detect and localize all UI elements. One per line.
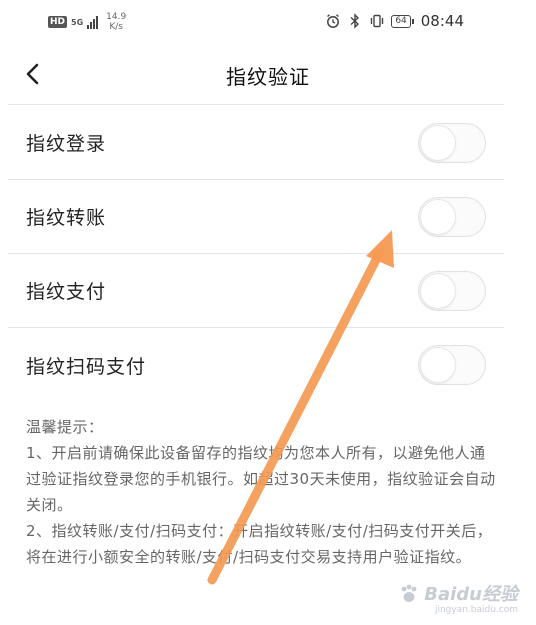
toggle-knob	[420, 198, 456, 235]
tips-line-2: 2、指纹转账/支付/扫码支付：开启指纹转账/支付/扫码支付开关后，将在进行小额安…	[26, 522, 493, 566]
toggle-knob	[420, 124, 456, 161]
status-bar: HD 5G 14.9 K/s 64 08:44	[0, 0, 536, 46]
speed-unit: K/s	[109, 22, 123, 32]
page-title: 指纹验证	[226, 65, 310, 89]
setting-label: 指纹支付	[26, 281, 107, 303]
toggle-knob	[420, 347, 456, 383]
hd-badge: HD	[48, 16, 68, 28]
toggle-knob	[420, 272, 456, 309]
watermark-text: Baidu经验	[424, 584, 518, 605]
fingerprint-scan-payment-toggle[interactable]	[418, 345, 486, 385]
setting-label: 指纹登录	[26, 133, 107, 155]
paw-logo-icon	[401, 584, 417, 602]
fingerprint-login-toggle[interactable]	[418, 122, 486, 163]
alarm-icon	[325, 13, 341, 29]
speed-value: 14.9	[106, 12, 127, 22]
settings-list: 指纹登录 指纹转账 指纹支付 指纹扫码支付	[8, 106, 504, 402]
header: 指纹验证	[0, 48, 536, 102]
tips-line-1: 1、开启前请确保此设备留存的指纹均为您本人所有，以避免他人通过验证指纹登录您的手…	[26, 444, 496, 514]
fingerprint-transfer-toggle[interactable]	[418, 196, 486, 237]
vibrate-icon	[369, 13, 385, 29]
bluetooth-icon	[347, 13, 363, 29]
watermark-subtext: jingyan.baidu.com	[434, 605, 518, 615]
status-left: HD 5G 14.9 K/s	[48, 12, 126, 32]
network-speed: 14.9 K/s	[106, 12, 126, 32]
setting-row-fingerprint-login: 指纹登录	[8, 106, 504, 180]
setting-row-fingerprint-transfer: 指纹转账	[8, 180, 504, 254]
setting-row-fingerprint-payment: 指纹支付	[8, 254, 504, 328]
clock: 08:44	[420, 12, 464, 30]
status-right: 64 08:44	[325, 12, 464, 30]
battery-level: 64	[395, 15, 407, 26]
fingerprint-payment-toggle[interactable]	[418, 270, 486, 311]
battery-icon: 64	[391, 14, 415, 28]
watermark: Baidu经验 jingyan.baidu.com	[398, 583, 518, 615]
network-type: 5G	[71, 17, 84, 27]
setting-row-fingerprint-scan-payment: 指纹扫码支付	[8, 328, 504, 402]
tips-title: 温馨提示：	[26, 418, 104, 436]
setting-label: 指纹扫码支付	[26, 355, 147, 378]
header-divider	[8, 104, 504, 105]
tips-section: 温馨提示： 1、开启前请确保此设备留存的指纹均为您本人所有，以避免他人通过验证指…	[26, 414, 496, 570]
signal-icon	[87, 15, 99, 29]
setting-label: 指纹转账	[26, 207, 107, 229]
